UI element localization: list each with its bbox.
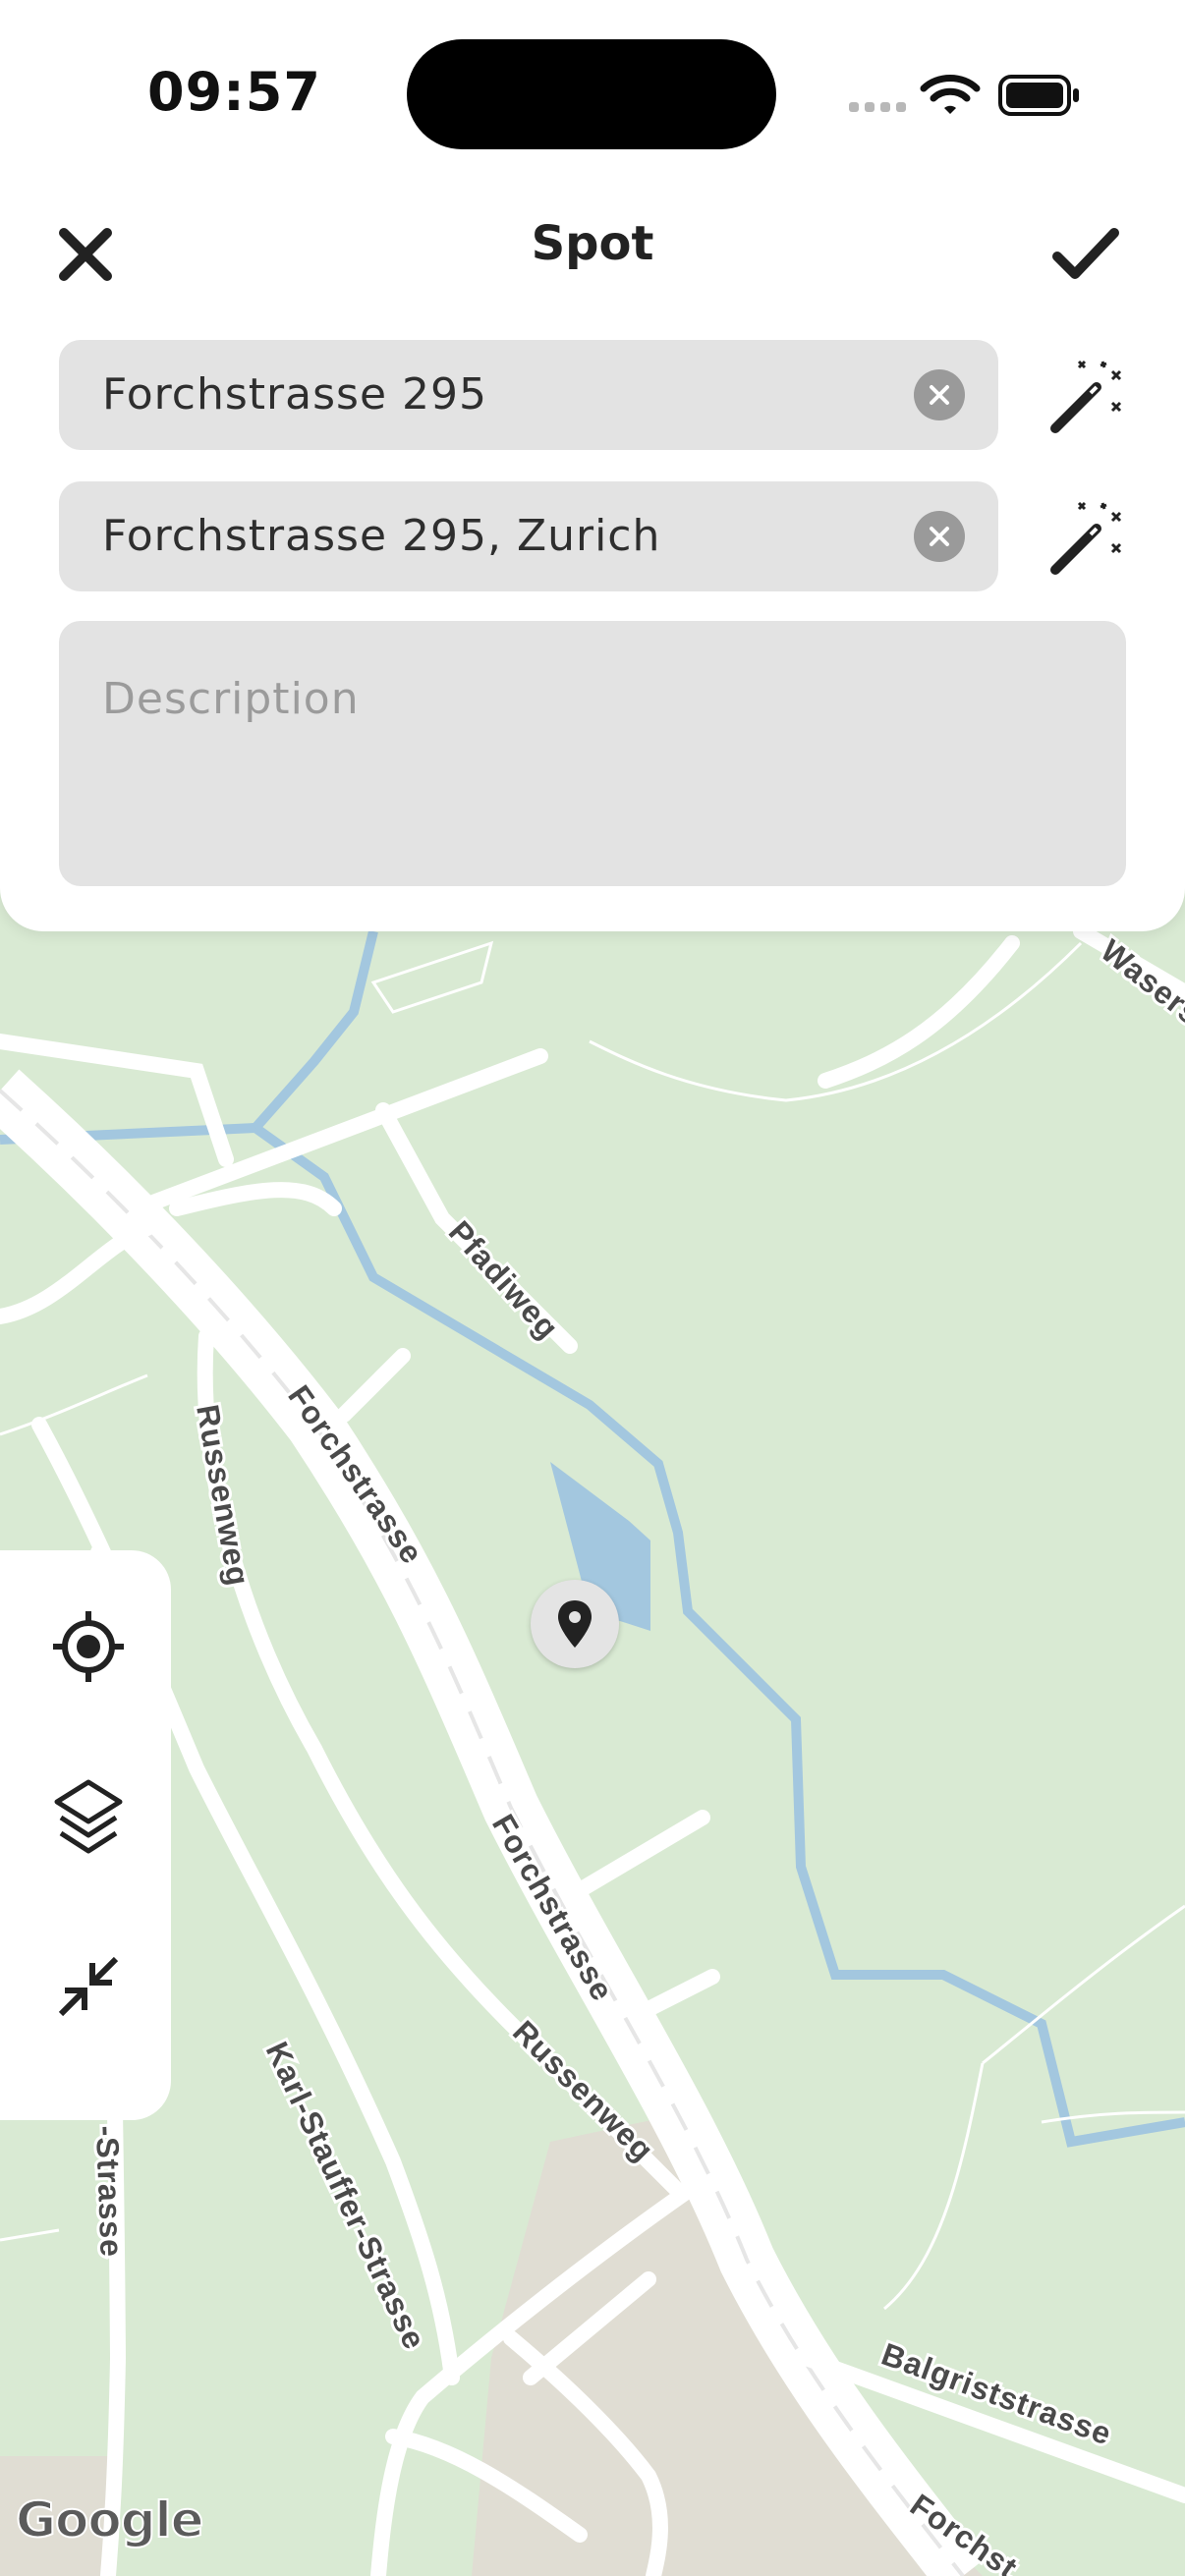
dynamic-island (407, 39, 776, 149)
magic-wand-icon (1050, 360, 1122, 433)
google-attribution: Google (15, 2491, 205, 2549)
checkmark-icon (1052, 228, 1119, 279)
layers-button[interactable] (29, 1759, 147, 1876)
address-field-value: Forchstrasse 295, Zurich (102, 511, 661, 561)
spot-form-panel: 09:57 Spot Forchstrasse 295 Forchstrasse… (0, 0, 1185, 931)
magic-fill-address-button[interactable] (1040, 491, 1134, 586)
description-field[interactable]: Description (59, 621, 1126, 886)
map-pin[interactable] (531, 1580, 619, 1668)
location-target-icon (53, 1611, 124, 1682)
wifi-icon (920, 75, 981, 114)
battery-icon (998, 75, 1079, 116)
locate-button[interactable] (29, 1588, 147, 1706)
magic-wand-icon (1050, 501, 1122, 575)
layers-icon (54, 1779, 123, 1854)
confirm-button[interactable] (1042, 210, 1130, 299)
page-title: Spot (531, 216, 654, 271)
name-field-value: Forchstrasse 295 (102, 369, 487, 420)
name-field[interactable]: Forchstrasse 295 (59, 340, 998, 450)
map-controls (0, 1550, 171, 2120)
status-time: 09:57 (147, 61, 321, 123)
clear-name-button[interactable] (914, 369, 965, 420)
clear-circle-icon (930, 527, 949, 546)
clear-address-button[interactable] (914, 511, 965, 562)
map-pin-icon (558, 1600, 592, 1648)
magic-fill-name-button[interactable] (1040, 350, 1134, 444)
description-placeholder: Description (102, 674, 360, 724)
address-field[interactable]: Forchstrasse 295, Zurich (59, 481, 998, 591)
cellular-signal-icon (849, 102, 906, 112)
collapse-arrows-icon (58, 1956, 119, 2017)
clear-circle-icon (930, 385, 949, 405)
status-icons (849, 75, 1079, 116)
collapse-map-button[interactable] (29, 1928, 147, 2045)
street-label-strasse: -Strasse (89, 2125, 130, 2258)
